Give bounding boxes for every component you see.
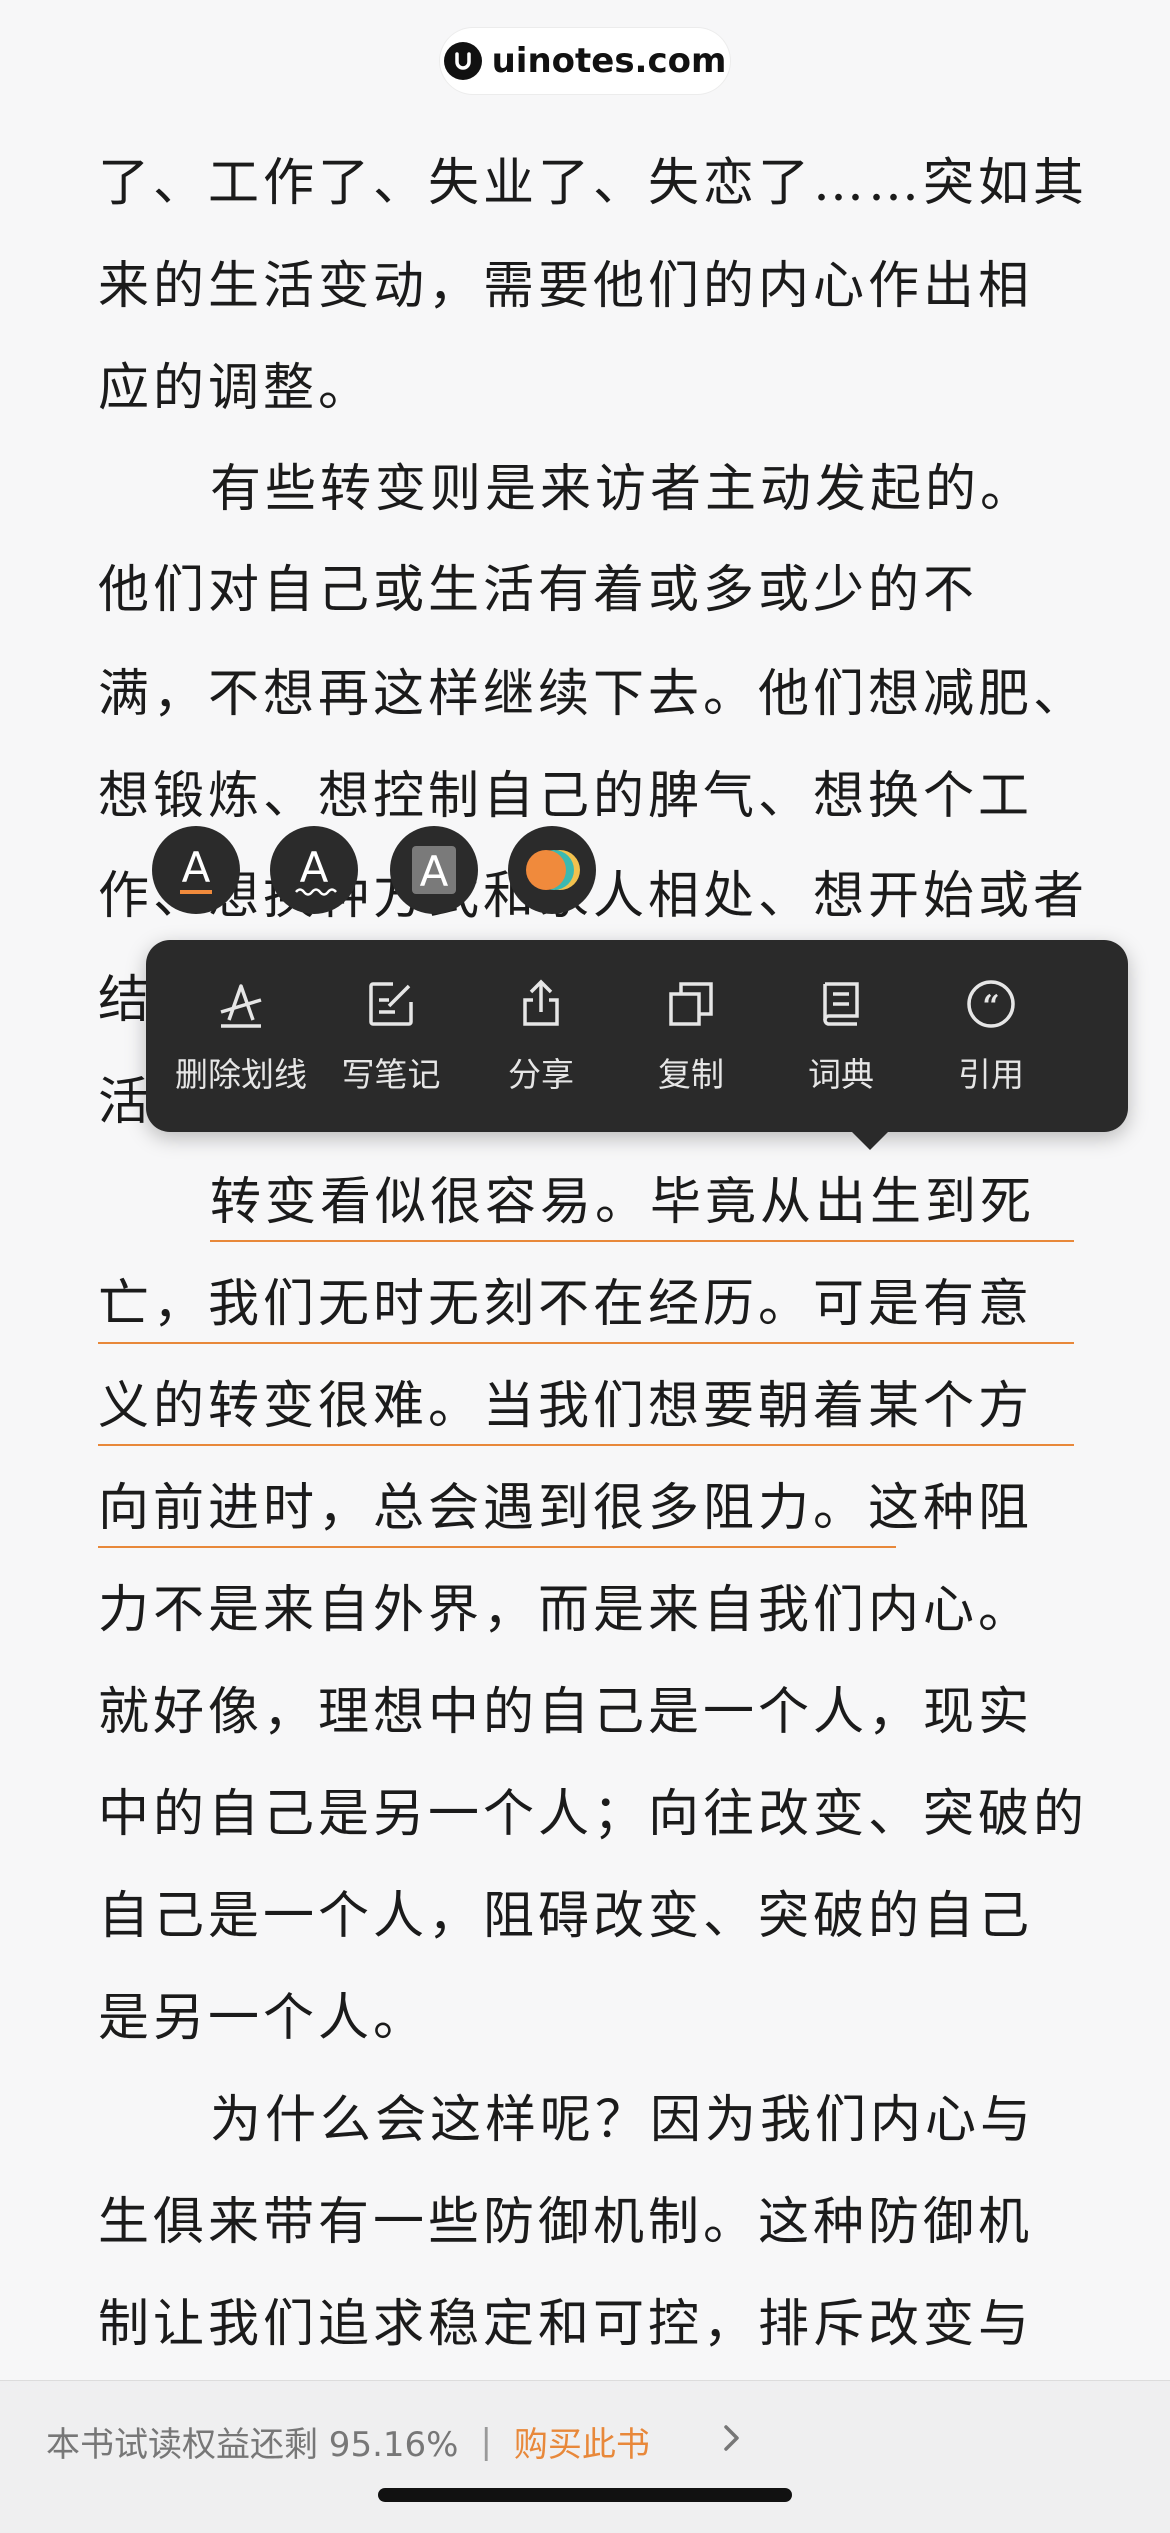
text-line: 想锻炼、想控制自己的脾气、想换个工 <box>98 767 1034 826</box>
edit-note-icon <box>363 976 419 1032</box>
text-line: 生俱来带有一些防御机制。这种防御机 <box>98 2193 1034 2252</box>
share-label: 分享 <box>508 1055 574 1094</box>
text-line: 结 <box>98 971 154 1030</box>
text-line: 应的调整。 <box>98 359 374 418</box>
color-style-button[interactable] <box>508 826 596 914</box>
strikethrough-icon <box>213 976 269 1032</box>
text-line: 活 <box>98 1073 154 1132</box>
write-note-button[interactable]: 写笔记 <box>316 976 466 1096</box>
text-line: 满，不想再这样继续下去。他们想减肥、 <box>98 665 1089 724</box>
uinotes-logo-icon <box>443 42 482 80</box>
chevron-right-icon[interactable] <box>716 2421 746 2459</box>
watermark-text: uinotes.com <box>491 41 727 81</box>
copy-button[interactable]: 复制 <box>616 976 766 1096</box>
quote-label: 引用 <box>958 1055 1024 1094</box>
fill-a-icon: A <box>412 846 456 896</box>
trial-status-bar: 本书试读权益还剩 95.16% | 购买此书 <box>0 2380 1170 2533</box>
selection-menu: 删除划线 写笔记 分享 复制 词典 “ 引用 <box>146 940 1128 1132</box>
underline-a-icon: A <box>180 843 212 894</box>
buy-book-link[interactable]: 购买此书 <box>514 2417 650 2466</box>
text-line: 为什么会这样呢？因为我们内心与 <box>210 2091 1036 2150</box>
text-line: 来的生活变动，需要他们的内心作出相 <box>98 257 1034 316</box>
text-line: 了、工作了、失业了、失恋了……突如其 <box>98 154 1089 213</box>
text-line: 自己是一个人，阻碍改变、突破的自己 <box>98 1887 1034 1946</box>
text-line: 中的自己是另一个人；向往改变、突破的 <box>98 1785 1089 1844</box>
dictionary-label: 词典 <box>808 1055 874 1094</box>
share-icon <box>513 976 569 1032</box>
text-line: 就好像，理想中的自己是一个人，现实 <box>98 1683 1034 1742</box>
highlight-underline <box>98 1546 896 1548</box>
copy-icon <box>663 976 719 1032</box>
delete-underline-button[interactable]: 删除划线 <box>166 976 316 1096</box>
wavy-a-icon: A <box>295 843 337 896</box>
share-button[interactable]: 分享 <box>466 976 616 1096</box>
dictionary-button[interactable]: 词典 <box>766 976 916 1096</box>
menu-pointer <box>848 1128 892 1150</box>
fill-style-button[interactable]: A <box>390 826 478 914</box>
trial-remaining-text: 本书试读权益还剩 95.16% <box>46 2425 459 2465</box>
write-note-label: 写笔记 <box>341 1055 441 1094</box>
separator: | <box>480 2421 492 2462</box>
underline-style-button[interactable]: A <box>152 826 240 914</box>
quote-button[interactable]: “ 引用 <box>916 976 1066 1096</box>
highlight-underline <box>98 1342 1074 1344</box>
text-line: 是另一个人。 <box>98 1989 429 2048</box>
text-line: 有些转变则是来访者主动发起的。 <box>210 460 1036 519</box>
trial-info: 本书试读权益还剩 95.16% | 购买此书 <box>46 2417 650 2466</box>
text-line: 力不是来自外界，而是来自我们内心。 <box>98 1581 1034 1640</box>
dictionary-icon <box>813 976 869 1032</box>
svg-text:“: “ <box>982 989 999 1024</box>
color-dots-icon <box>526 850 580 890</box>
text-line: 他们对自己或生活有着或多或少的不 <box>98 561 979 620</box>
style-letter: A <box>420 847 449 896</box>
highlight-underline <box>98 1444 1074 1446</box>
copy-label: 复制 <box>658 1055 724 1094</box>
quote-icon: “ <box>963 976 1019 1032</box>
delete-underline-label: 删除划线 <box>175 1055 307 1094</box>
highlighted-text-line[interactable]: 义的转变很难。当我们想要朝着某个方 <box>98 1372 1033 1442</box>
highlighted-text-line[interactable]: 转变看似很容易。毕竟从出生到死 <box>210 1168 1035 1238</box>
highlighted-text-line[interactable]: 向前进时，总会遇到很多阻力。这种阻 <box>98 1474 1033 1544</box>
highlight-underline <box>210 1240 1074 1242</box>
wavy-style-button[interactable]: A <box>270 826 358 914</box>
home-indicator[interactable] <box>378 2488 792 2502</box>
style-letter: A <box>182 843 211 892</box>
text-line: 制让我们追求稳定和可控，排斥改变与 <box>98 2295 1034 2354</box>
highlighted-text-line[interactable]: 亡，我们无时无刻不在经历。可是有意 <box>98 1270 1033 1340</box>
style-letter: A <box>300 843 329 892</box>
watermark: uinotes.com <box>440 28 730 94</box>
